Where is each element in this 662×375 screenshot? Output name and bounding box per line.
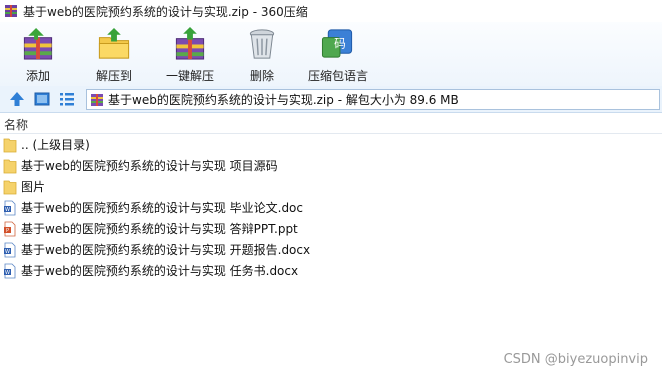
item-name: 基于web的医院预约系统的设计与实现 项目源码 — [21, 159, 278, 173]
toolbar: 添加 解压到 一键解压 删除 码 压缩包语言 — [0, 22, 662, 87]
word-document-icon: W — [4, 263, 16, 278]
powerpoint-document-icon: P — [4, 221, 16, 236]
zip-app-icon — [5, 5, 17, 17]
delete-label: 删除 — [249, 69, 274, 83]
delete-button[interactable]: 删除 — [244, 24, 280, 84]
language-icon: 码 — [321, 29, 353, 58]
word-document-icon: W — [4, 242, 16, 257]
one-click-extract-icon — [175, 26, 205, 60]
svg-text:W: W — [5, 249, 10, 255]
word-document-icon: W — [4, 200, 16, 215]
compress-language-button[interactable]: 码 压缩包语言 — [306, 24, 370, 84]
svg-text:码: 码 — [334, 36, 346, 50]
item-name: .. (上级目录) — [21, 138, 90, 152]
item-name: 基于web的医院预约系统的设计与实现 毕业论文.doc — [21, 201, 304, 215]
svg-text:P: P — [6, 228, 9, 234]
up-arrow-icon[interactable] — [8, 90, 26, 108]
list-item-file[interactable]: W 基于web的医院预约系统的设计与实现 毕业论文.doc — [0, 197, 662, 218]
window-title: 基于web的医院预约系统的设计与实现.zip - 360压缩 — [23, 4, 308, 19]
list-item-file[interactable]: W 基于web的医院预约系统的设计与实现 开题报告.docx — [0, 239, 662, 260]
address-path: 基于web的医院预约系统的设计与实现.zip - 解包大小为 89.6 MB — [108, 93, 459, 107]
item-name: 基于web的医院预约系统的设计与实现 开题报告.docx — [21, 243, 311, 257]
file-list: .. (上级目录) 基于web的医院预约系统的设计与实现 项目源码 图片 W 基… — [0, 134, 662, 281]
extract-to-button[interactable]: 解压到 — [92, 24, 136, 84]
list-item-parent-dir[interactable]: .. (上级目录) — [0, 134, 662, 155]
column-name-header[interactable]: 名称 — [4, 116, 28, 133]
list-view-icon[interactable] — [58, 90, 76, 108]
list-item-folder[interactable]: 图片 — [0, 176, 662, 197]
address-row: 基于web的医院预约系统的设计与实现.zip - 解包大小为 89.6 MB — [0, 86, 662, 113]
folder-icon — [3, 180, 17, 194]
address-bar[interactable]: 基于web的医院预约系统的设计与实现.zip - 解包大小为 89.6 MB — [86, 89, 660, 110]
folder-icon — [3, 159, 17, 173]
folder-icon — [3, 138, 17, 152]
item-name: 图片 — [21, 180, 46, 194]
list-item-folder[interactable]: 基于web的医院预约系统的设计与实现 项目源码 — [0, 155, 662, 176]
extract-folder-icon — [98, 27, 130, 59]
add-button[interactable]: 添加 — [18, 24, 58, 84]
item-name: 基于web的医院预约系统的设计与实现 答辩PPT.ppt — [21, 222, 298, 236]
one-click-extract-label: 一键解压 — [165, 69, 214, 83]
column-header: 名称 — [0, 113, 662, 134]
large-icons-view-icon[interactable] — [33, 90, 51, 108]
svg-text:W: W — [5, 270, 10, 276]
trash-icon — [249, 29, 275, 59]
title-bar: 基于web的医院预约系统的设计与实现.zip - 360压缩 — [0, 0, 662, 22]
list-item-file[interactable]: P 基于web的医院预约系统的设计与实现 答辩PPT.ppt — [0, 218, 662, 239]
zip-file-icon — [91, 93, 103, 106]
extract-to-label: 解压到 — [95, 69, 132, 83]
item-name: 基于web的医院预约系统的设计与实现 任务书.docx — [21, 264, 299, 278]
svg-text:W: W — [5, 207, 10, 213]
watermark: CSDN @biyezuopinvip — [503, 352, 648, 367]
compress-language-label: 压缩包语言 — [307, 69, 368, 83]
add-label: 添加 — [25, 69, 50, 83]
list-item-file[interactable]: W 基于web的医院预约系统的设计与实现 任务书.docx — [0, 260, 662, 281]
add-archive-icon — [23, 27, 53, 60]
one-click-extract-button[interactable]: 一键解压 — [164, 24, 216, 84]
